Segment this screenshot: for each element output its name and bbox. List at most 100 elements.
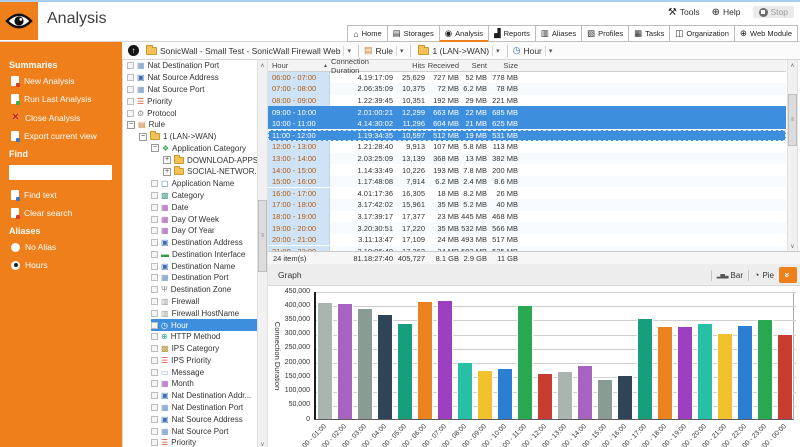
checkbox[interactable] (127, 62, 134, 70)
table-row[interactable]: 18:00 - 19:00 3.17:39:17 17,377 23 MB 445 MB… (268, 210, 786, 223)
checkbox[interactable] (151, 321, 158, 329)
run-last-analysis-button[interactable]: Run Last Analysis (11, 94, 122, 105)
table-row[interactable]: 12:00 - 13:00 1.21:28:40 9,913 107 MB 5.8 MB… (268, 141, 786, 153)
tab-aliases[interactable]: ▥ Aliases (534, 25, 583, 42)
tree-item-nat-destination-port[interactable]: ▦ Nat Destination Port (151, 402, 257, 414)
tree-item-priority[interactable]: ☰ Priority (127, 95, 257, 107)
column-header-connection-duration[interactable]: Connection Duration (331, 57, 393, 75)
tree-item-destination-interface[interactable]: ▬ Destination Interface (151, 248, 257, 260)
checkbox[interactable] (151, 309, 158, 317)
checkbox[interactable] (151, 380, 158, 388)
drill-up-button[interactable]: ↑ (128, 45, 139, 56)
tree-item-http-method[interactable]: ⊕ HTTP Method (151, 331, 257, 343)
collapse-icon[interactable]: − (139, 132, 147, 141)
tree-item-download-apps[interactable]: + DOWNLOAD-APPS (163, 154, 257, 166)
bar-16-00-17-00[interactable] (637, 319, 653, 419)
checkbox[interactable] (151, 345, 158, 353)
tools-button[interactable]: ⚒ Tools (668, 7, 700, 18)
checkbox[interactable] (151, 250, 158, 258)
checkbox[interactable] (151, 286, 158, 294)
tree-item-hour[interactable]: ◷ Hour (151, 319, 257, 331)
bar-00-00-01-00[interactable] (317, 302, 333, 419)
tree-item-nat-source-address[interactable]: ▣ Nat Source Address (127, 72, 257, 84)
checkbox[interactable] (151, 427, 158, 435)
table-row[interactable]: 15:00 - 16:00 1.17:48:08 7,914 6.2 MB 2.4 MB… (268, 175, 786, 188)
crumb-hour[interactable]: Hour (523, 46, 541, 56)
tree-item-date[interactable]: ▦ Date (151, 201, 257, 213)
bar-06-00-07-00[interactable] (437, 300, 453, 419)
table-row[interactable]: 17:00 - 18:00 3.17:42:02 15,961 35 MB 5.2 MB… (268, 199, 786, 211)
tree-item-destination-zone[interactable]: Ψ Destination Zone (151, 284, 257, 296)
new-analysis-button[interactable]: New Analysis (11, 76, 122, 87)
checkbox[interactable] (151, 203, 158, 211)
tree-item-ips-category[interactable]: ▩ IPS Category (151, 343, 257, 355)
chevron-down-icon[interactable]: ▾ (395, 45, 407, 56)
bar-05-00-06-00[interactable] (417, 302, 433, 419)
alias-option-no-alias[interactable]: No Alias (11, 242, 122, 252)
collapse-icon[interactable]: − (127, 120, 135, 129)
checkbox[interactable] (151, 215, 158, 223)
checkbox[interactable] (127, 109, 134, 117)
bar-17-00-18-00[interactable] (657, 327, 673, 419)
tree-item-application-category[interactable]: − ❖ Application Category (151, 142, 257, 154)
checkbox[interactable] (151, 274, 158, 282)
chevron-down-icon[interactable]: ▾ (343, 45, 354, 56)
crumb-rule[interactable]: Rule (375, 46, 392, 56)
find-input[interactable] (9, 165, 112, 180)
scroll-thumb[interactable]: ≡ (788, 94, 797, 146)
scroll-down-icon[interactable]: ∨ (788, 241, 797, 251)
crumb-lan-wan[interactable]: 1 (LAN->WAN) (432, 46, 489, 56)
tree-item-nat-destination-addr[interactable]: ▣ Nat Destination Addr... (151, 390, 257, 402)
scroll-down-icon[interactable]: ∨ (258, 439, 267, 447)
table-scrollbar[interactable]: ∧ ∨ ≡ (787, 60, 798, 251)
scroll-up-icon[interactable]: ∧ (258, 60, 267, 70)
column-header-sent[interactable]: Sent (460, 60, 487, 72)
bar-10-00-11-00[interactable] (517, 305, 533, 419)
table-row[interactable]: 09:00 - 10:00 2.01:00:21 12,299 663 MB 22 MB… (268, 106, 786, 118)
tab-organization[interactable]: ◫ Organization (669, 25, 735, 42)
tree-item-message[interactable]: ▭ Message (151, 366, 257, 378)
checkbox[interactable] (151, 439, 158, 447)
table-row[interactable]: 14:00 - 15:00 1.14:33:49 10,226 193 MB 7.8 M… (268, 164, 786, 176)
checkbox[interactable] (151, 404, 158, 411)
table-row[interactable]: 16:00 - 17:00 4.01:17:36 16,305 18 MB 8.2 MB… (268, 187, 786, 200)
bar-08-00-09-00[interactable] (477, 371, 493, 419)
clear-search-button[interactable]: Clear search (11, 208, 122, 219)
alias-option-hours[interactable]: Hours (11, 260, 122, 270)
checkbox[interactable] (151, 180, 158, 188)
tree-item-nat-source-port[interactable]: ▦ Nat Source Port (151, 425, 257, 437)
tree-item-destination-name[interactable]: ▣ Destination Name (151, 260, 257, 272)
bar-07-00-08-00[interactable] (457, 363, 473, 419)
bar-01-00-02-00[interactable] (337, 303, 353, 419)
chevron-down-icon[interactable]: ▾ (544, 45, 556, 56)
checkbox[interactable] (127, 74, 134, 82)
tree-item-firewall-hostname[interactable]: ▥ Firewall HostName (151, 307, 257, 319)
bar-03-00-04-00[interactable] (377, 314, 393, 419)
tree-item-destination-address[interactable]: ▣ Destination Address (151, 237, 257, 249)
bar-13-00-14-00[interactable] (577, 366, 593, 419)
chevron-down-icon[interactable]: ▾ (492, 45, 503, 56)
bar-view-button[interactable]: ▂▅▃ Bar (717, 271, 743, 280)
tree-item-firewall[interactable]: ▥ Firewall (151, 296, 257, 308)
checkbox[interactable] (151, 356, 158, 364)
checkbox[interactable] (151, 239, 158, 247)
checkbox[interactable] (151, 368, 158, 376)
table-row[interactable]: 13:00 - 14:00 2.03:25:09 13,139 368 MB 13 MB… (268, 152, 786, 165)
tree-item-nat-source-address[interactable]: ▣ Nat Source Address (151, 413, 257, 425)
close-analysis-button[interactable]: ✕ Close Analysis (11, 112, 122, 123)
scroll-thumb[interactable]: ≡ (258, 200, 267, 272)
collapse-icon[interactable]: − (151, 144, 159, 153)
bar-21-00-22-00[interactable] (737, 325, 753, 419)
bar-12-00-13-00[interactable] (557, 372, 573, 419)
bar-18-00-19-00[interactable] (677, 327, 693, 419)
tree-item-social-networ[interactable]: + SOCIAL-NETWOR... (163, 166, 257, 178)
tree-item-application-name[interactable]: ▢ Application Name (151, 178, 257, 190)
storage-breadcrumb[interactable]: SonicWall - Small Test - SonicWall Firew… (160, 46, 340, 56)
bar-15-00-16-00[interactable] (617, 376, 633, 419)
find-text-button[interactable]: Find text (11, 190, 122, 201)
column-header-received[interactable]: Received (426, 60, 459, 72)
tab-reports[interactable]: ▟ Reports (488, 25, 536, 42)
tree-item-protocol[interactable]: ⚙ Protocol (127, 107, 257, 119)
column-header-size[interactable]: Size (488, 60, 518, 72)
checkbox[interactable] (151, 415, 158, 423)
